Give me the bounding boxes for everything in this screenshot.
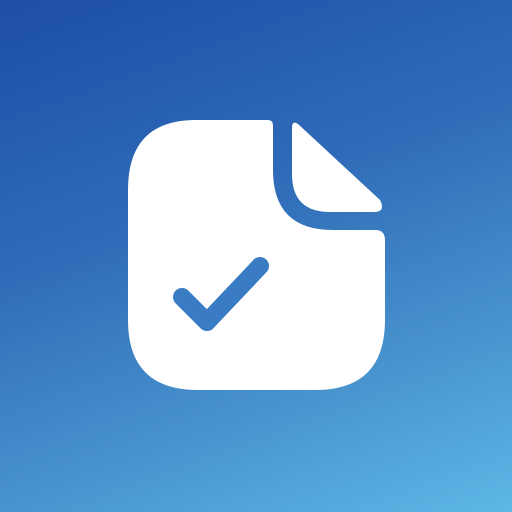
document-check-icon xyxy=(128,120,385,390)
document-body xyxy=(128,120,385,390)
document-corner-fold xyxy=(292,122,382,212)
app-icon-tile[interactable] xyxy=(0,0,512,512)
